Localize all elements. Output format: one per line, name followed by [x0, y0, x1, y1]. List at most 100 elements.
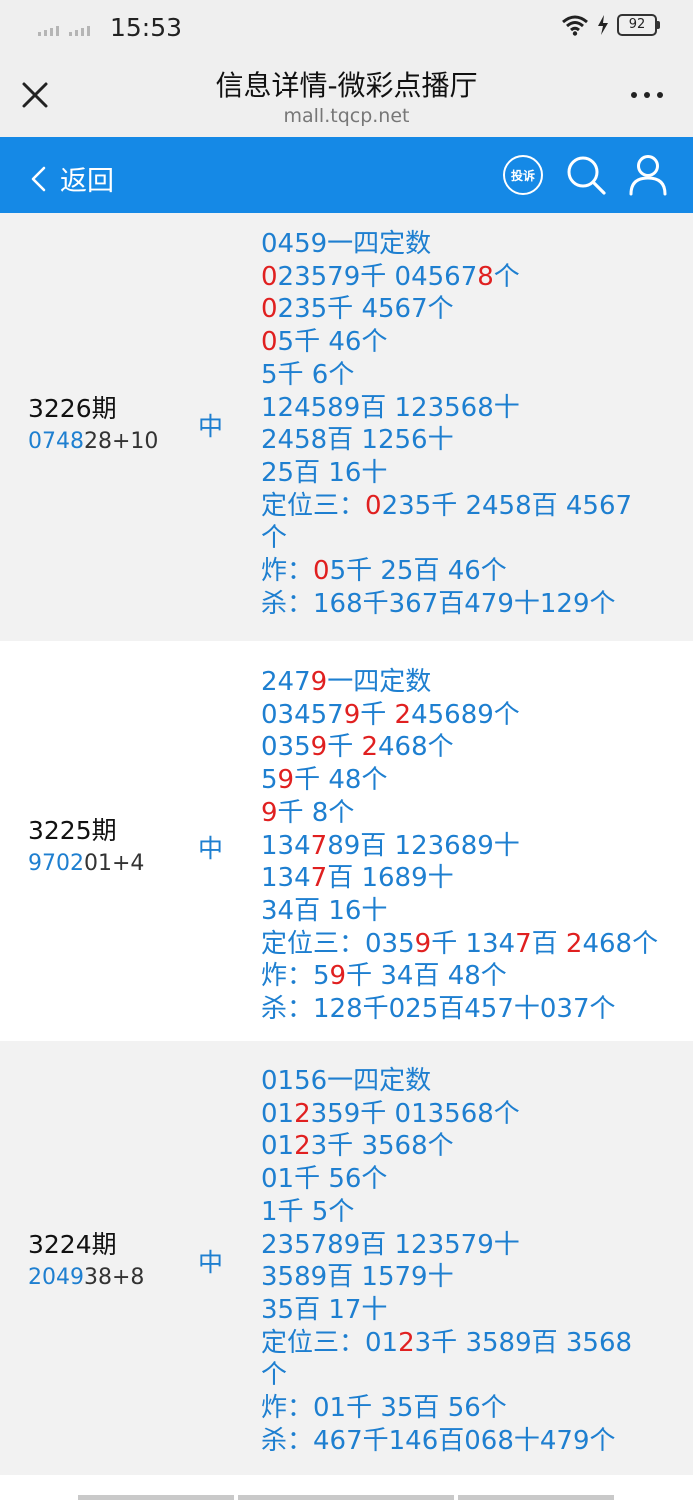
draw-result: 074828+10 [28, 429, 158, 454]
line-text: 千 [360, 699, 395, 730]
wifi-icon [562, 15, 588, 36]
draw-result: 204938+8 [28, 1265, 144, 1290]
prediction-line: 1千 5个 [261, 1196, 681, 1229]
line-text: 1千 5个 [261, 1196, 355, 1227]
line-text: 千 48个 [294, 765, 388, 796]
user-icon[interactable] [629, 154, 667, 196]
prediction-line: 3589百 1579十 [261, 1261, 681, 1294]
prediction-line: 235789百 123579十 [261, 1229, 681, 1262]
highlight-digit: 2 [294, 1098, 311, 1129]
signal-icon [38, 26, 90, 36]
prediction-lines: 2479一四定数 034579千 245689个 0359千 2468个 59千 48… [261, 666, 681, 1026]
highlight-digit: 2 [361, 732, 378, 763]
record-row: 3224期 204938+8 中 0156一四定数 012359千 013568个 012… [0, 1041, 693, 1475]
highlight-digit: 8 [477, 261, 494, 292]
back-label: 返回 [60, 166, 114, 197]
prediction-line: 05千 46个 [261, 326, 681, 359]
line-text: 3千 3568个 [310, 1131, 454, 1162]
status-bar: 15:53 92 [0, 0, 693, 56]
prediction-line: 012359千 013568个 [261, 1098, 681, 1131]
draw-highlight: 9702 [28, 851, 84, 876]
line-text: 03457 [261, 699, 344, 730]
line-text: 235789百 123579十 [261, 1229, 520, 1260]
bottom-divider [0, 1490, 693, 1500]
complain-button[interactable]: 投诉 [503, 155, 543, 195]
line-text: 01 [261, 1131, 295, 1162]
highlight-digit: 0 [261, 261, 278, 292]
line-text: 千 134 [431, 928, 516, 959]
browser-title-bar: 信息详情-微彩点播厅 mall.tqcp.net [0, 56, 693, 137]
back-button[interactable]: 返回 [30, 159, 114, 198]
hit-badge: 中 [198, 834, 224, 863]
prediction-line: 杀：467千146百068十479个 [261, 1425, 681, 1458]
prediction-line: 杀：128千025百457十037个 [261, 993, 681, 1026]
highlight-digit: 0 [261, 294, 278, 325]
search-icon[interactable] [565, 154, 607, 196]
prediction-line: 定位三：0235千 2458百 4567 [261, 490, 681, 523]
highlight-digit: 2 [394, 699, 412, 730]
line-text: 杀：168千367百479十129个 [261, 588, 616, 619]
line-text: 134 [261, 830, 311, 861]
draw-result: 970201+4 [28, 851, 144, 876]
line-text: 01千 56个 [261, 1164, 388, 1195]
line-text: 3589百 1579十 [261, 1262, 454, 1293]
line-text: 468个 [582, 928, 659, 959]
highlight-digit: 7 [515, 928, 532, 959]
line-text: 235千 2458百 4567 [381, 490, 633, 521]
prediction-line: 0156一四定数 [261, 1065, 681, 1098]
prediction-line: 01千 56个 [261, 1163, 681, 1196]
issue-number: 3226期 [28, 394, 117, 423]
line-text: 炸：01千 35百 56个 [261, 1393, 507, 1424]
line-text: 134 [261, 863, 311, 894]
record-meta: 3225期 970201+4 [28, 811, 144, 876]
line-text: 5千 6个 [261, 359, 355, 390]
complain-label: 投诉 [510, 168, 535, 183]
line-text: 0459一四定数 [261, 229, 432, 259]
prediction-line: 炸：01千 35百 56个 [261, 1392, 681, 1425]
prediction-line: 0123千 3568个 [261, 1130, 681, 1163]
prediction-line: 25百 16十 [261, 457, 681, 490]
line-text: 23579千 04567 [277, 261, 478, 292]
line-text: 定位三： [261, 490, 366, 521]
record-meta: 3226期 074828+10 [28, 389, 158, 454]
line-text: 2458百 1256十 [261, 425, 454, 456]
prediction-line: 定位三：0359千 1347百 2468个 [261, 928, 681, 961]
highlight-digit: 9 [261, 797, 278, 828]
hit-badge: 中 [198, 1248, 224, 1277]
prediction-line: 定位三：0123千 3589百 3568 [261, 1327, 681, 1360]
draw-highlight: 0748 [28, 429, 84, 454]
line-text: 34百 16十 [261, 895, 388, 926]
records-list: 3226期 074828+10 中 0459一四定数 023579千 045678个 02… [0, 213, 693, 1475]
draw-rest: 38+8 [84, 1265, 145, 1290]
line-text: 01 [261, 1098, 295, 1129]
line-text: 百 1689十 [327, 863, 454, 894]
more-menu-icon[interactable] [631, 92, 663, 98]
draw-highlight: 2049 [28, 1265, 84, 1290]
issue-number: 3225期 [28, 816, 117, 845]
prediction-line: 个 [261, 522, 681, 555]
highlight-digit: 2 [294, 1131, 311, 1162]
line-text: 定位三：035 [261, 928, 415, 959]
prediction-line: 9千 8个 [261, 797, 681, 830]
line-text: 25百 16十 [261, 457, 388, 488]
line-text: 035 [261, 732, 311, 763]
prediction-line: 5千 6个 [261, 359, 681, 392]
line-text: 5千 25百 46个 [329, 556, 507, 587]
highlight-digit: 0 [313, 556, 330, 587]
highlight-digit: 9 [329, 961, 347, 992]
highlight-digit: 2 [565, 928, 583, 959]
prediction-line: 0235千 4567个 [261, 293, 681, 326]
line-text: 0156一四定数 [261, 1066, 432, 1096]
record-meta: 3224期 204938+8 [28, 1225, 144, 1290]
line-text: 千 34百 48个 [346, 961, 507, 992]
record-row: 3226期 074828+10 中 0459一四定数 023579千 045678个 02… [0, 213, 693, 641]
line-text: 468个 [378, 732, 454, 763]
page-url: mall.tqcp.net [283, 105, 410, 127]
prediction-line: 35百 17十 [261, 1294, 681, 1327]
line-text: 炸：5 [261, 961, 330, 992]
prediction-line: 34百 16十 [261, 895, 681, 928]
battery-level: 92 [628, 17, 646, 32]
line-text: 35百 17十 [261, 1294, 388, 1325]
draw-rest: 01+4 [84, 851, 145, 876]
line-text: 3千 3589百 3568 [414, 1327, 633, 1358]
